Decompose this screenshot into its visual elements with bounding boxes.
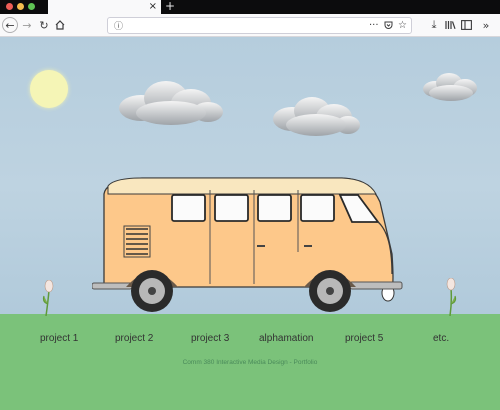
nav-link-project-5[interactable]: project 5 (345, 333, 383, 344)
reload-icon: ↻ (39, 18, 49, 32)
web-page: project 1 project 2 project 3 alphamatio… (0, 37, 500, 410)
downloads-button[interactable]: ⤓ (426, 17, 442, 33)
flower-illustration (42, 280, 54, 316)
page-actions-icon[interactable]: ··· (369, 18, 379, 33)
bookmark-star-icon[interactable]: ☆ (398, 18, 407, 33)
address-bar[interactable]: ⓘ ··· ☆ (107, 17, 412, 34)
library-icon (444, 21, 456, 29)
arrow-right-icon: → (22, 18, 32, 32)
cloud-illustration (273, 97, 360, 136)
sidebar-icon (460, 20, 472, 30)
footer-text: Comm 380 Interactive Media Design - Port… (182, 359, 318, 366)
forward-button[interactable]: → (19, 17, 35, 33)
overflow-icon: » (482, 18, 490, 32)
window-controls (6, 3, 35, 10)
tab-close-icon[interactable]: × (149, 0, 157, 14)
sidebar-button[interactable] (458, 17, 474, 33)
flower-illustration (446, 278, 457, 316)
overflow-menu-button[interactable]: » (478, 17, 494, 33)
tab-strip: × + (0, 0, 500, 14)
nav-link-project-1[interactable]: project 1 (40, 333, 78, 344)
vw-bus-illustration (92, 177, 403, 312)
close-window-button[interactable] (6, 3, 13, 10)
home-button[interactable] (52, 17, 68, 33)
maximize-window-button[interactable] (28, 3, 35, 10)
arrow-left-icon: ← (5, 18, 15, 32)
pocket-icon[interactable] (384, 18, 393, 33)
download-icon: ⤓ (431, 18, 437, 31)
nav-link-project-2[interactable]: project 2 (115, 333, 153, 344)
nav-link-etc[interactable]: etc. (433, 333, 449, 344)
home-icon (55, 20, 65, 30)
info-icon[interactable]: ⓘ (114, 19, 123, 32)
minimize-window-button[interactable] (17, 3, 24, 10)
nav-link-alphamation[interactable]: alphamation (259, 333, 313, 344)
active-tab[interactable]: × (48, 0, 161, 14)
library-button[interactable] (442, 17, 458, 33)
sun-illustration (30, 70, 68, 108)
new-tab-button[interactable]: + (165, 0, 175, 13)
cloud-illustration (119, 81, 223, 125)
navigation-toolbar: ← → ↻ ⓘ ··· ☆ ⤓ » (0, 14, 500, 37)
cloud-illustration (423, 73, 477, 101)
back-button[interactable]: ← (2, 17, 18, 33)
nav-link-project-3[interactable]: project 3 (191, 333, 229, 344)
reload-button[interactable]: ↻ (36, 17, 52, 33)
